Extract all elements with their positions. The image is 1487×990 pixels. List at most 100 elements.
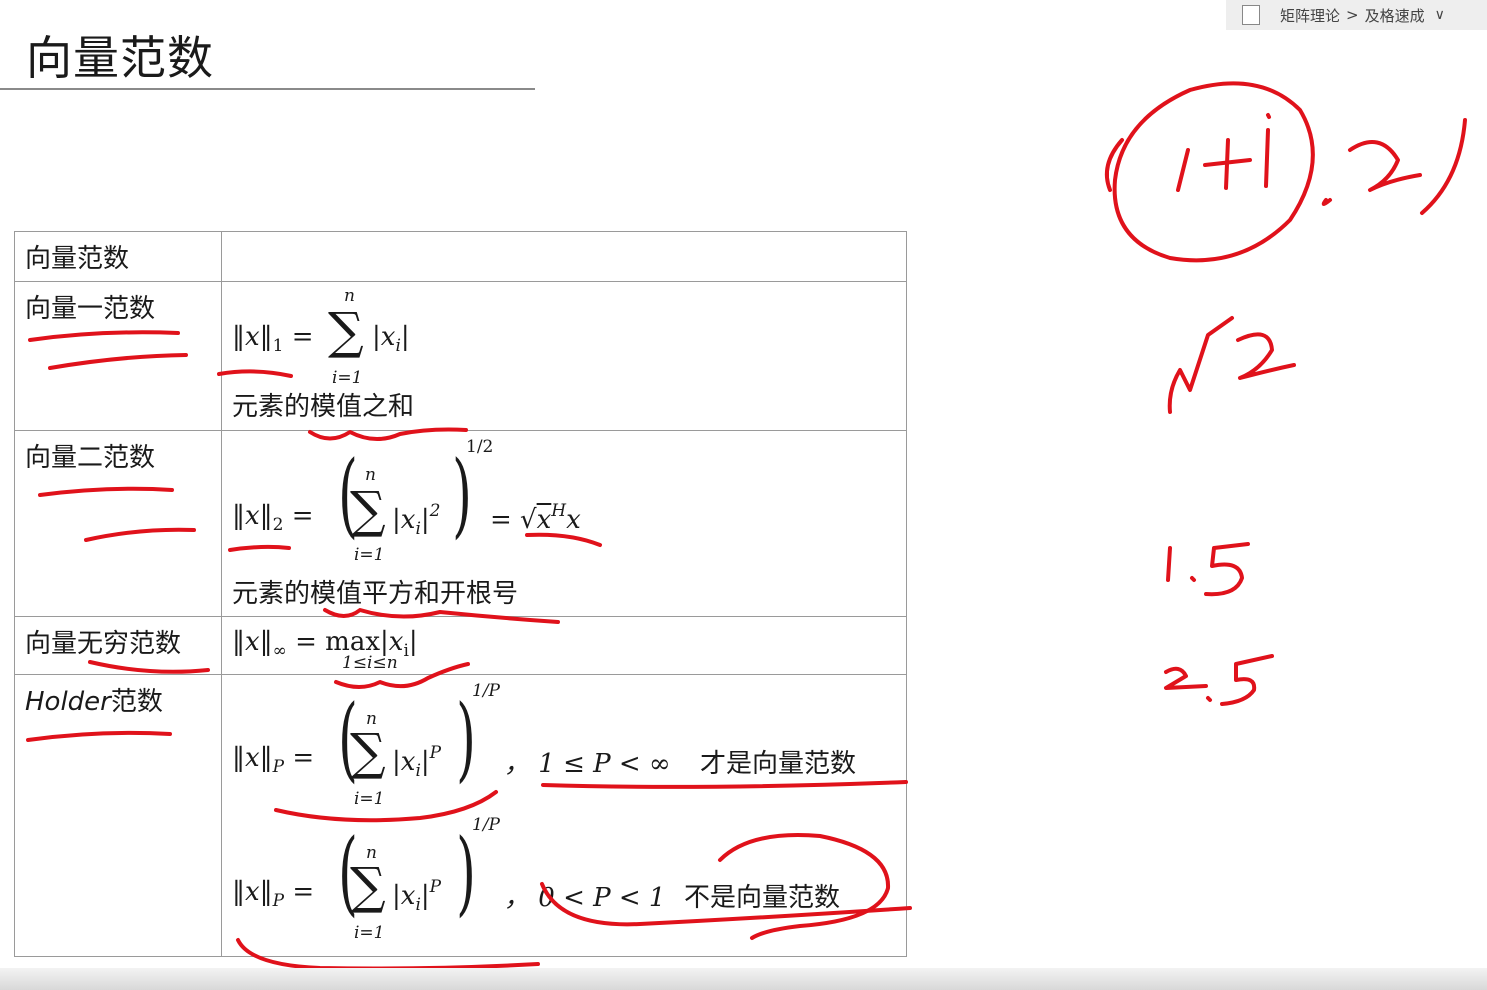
table-row: 向量无穷范数 ‖x‖∞ = max|xi| 1≤i≤n	[14, 616, 907, 675]
header-name: 向量范数	[25, 244, 130, 274]
equals-sign: =	[292, 877, 315, 907]
term-superscript: 2	[429, 501, 441, 521]
one-norm-formula: ‖x‖1 =	[232, 322, 314, 356]
term-superscript: P	[429, 877, 442, 897]
norm-subscript: 2	[272, 515, 284, 535]
norm-lhs: ‖x‖	[232, 501, 273, 531]
row-name: 向量无穷范数	[25, 629, 182, 659]
outer-exponent: 1/2	[466, 437, 494, 457]
norm-lhs: ‖x‖	[232, 627, 273, 657]
norm-table: 向量范数 向量一范数 ‖x‖1 = n ∑ i=1 |xi| 元素的模值之和 向…	[14, 231, 907, 957]
row-name-cell: Holder范数	[14, 674, 222, 957]
right-paren: )	[456, 819, 476, 926]
handwriting-stroke	[1220, 654, 1274, 706]
term-end: |	[408, 627, 418, 657]
handwriting-stroke	[1164, 666, 1208, 690]
term-body: |x	[392, 505, 416, 535]
handwriting-stroke	[1348, 140, 1422, 192]
row-name-cell: 向量一范数	[14, 281, 222, 431]
handwriting-stroke	[1420, 118, 1467, 215]
sum-lower-limit: i=1	[354, 923, 385, 943]
p-norm-formula-lhs: ‖x‖P =	[232, 743, 314, 777]
breadcrumb-root[interactable]: 矩阵理论	[1280, 5, 1340, 26]
handwriting-stroke	[1176, 148, 1190, 192]
norm-subscript: 1	[272, 336, 284, 356]
right-paren: )	[452, 441, 472, 548]
handwriting-stroke	[1166, 546, 1172, 582]
handwriting-stroke	[1105, 138, 1124, 192]
sum-symbol: ∑	[328, 302, 364, 360]
sum-lower-limit: i=1	[332, 368, 363, 388]
table-row: Holder范数 ‖x‖P = ( n ∑ i=1 |xi|P ) 1/P ， …	[14, 674, 907, 957]
term-end: |	[400, 322, 410, 352]
sum-term: |xi|2	[392, 501, 440, 539]
breadcrumb[interactable]: 矩阵理论 > 及格速成 ∨	[1226, 0, 1487, 30]
norm-lhs: ‖x‖	[232, 743, 273, 773]
sum-lower-limit: i=1	[354, 789, 385, 809]
sum-symbol: ∑	[350, 857, 386, 915]
handwriting-stroke	[1236, 332, 1296, 380]
row-name-cell: 向量无穷范数	[14, 616, 222, 675]
handwriting-stroke	[1321, 198, 1332, 206]
formula-cell: ‖x‖2 = ( n ∑ i=1 |xi|2 ) 1/2 = √xHx 元素的模…	[221, 430, 907, 617]
row-caption: 元素的模值平方和开根号	[232, 579, 519, 609]
formula-cell: ‖x‖P = ( n ∑ i=1 |xi|P ) 1/P ， 1 ≤ P < ∞…	[221, 674, 907, 957]
sum-symbol: ∑	[350, 481, 386, 539]
handwriting-stroke	[1112, 81, 1315, 263]
hermitian-superscript: H	[551, 501, 567, 521]
equals-sign: =	[295, 627, 317, 657]
equals-sign: =	[292, 743, 315, 773]
right-paren: )	[456, 685, 476, 792]
norm-subscript: P	[272, 891, 285, 911]
formula-cell: ‖x‖1 = n ∑ i=1 |xi| 元素的模值之和	[221, 281, 907, 431]
term-body: |x	[392, 747, 416, 777]
sum-symbol: ∑	[350, 723, 386, 781]
handwriting-stroke	[1264, 113, 1271, 188]
norm-subscript: ∞	[272, 641, 287, 661]
chevron-down-icon[interactable]: ∨	[1435, 7, 1445, 23]
term-body: |x	[372, 322, 396, 352]
title-divider	[0, 88, 535, 90]
row-name: 向量二范数	[25, 443, 156, 473]
handwriting-stroke	[1203, 138, 1252, 190]
sqrt-expression: = √xHx	[490, 501, 581, 535]
sqrt-x: x	[536, 505, 552, 535]
norm-lhs: ‖x‖	[232, 322, 273, 352]
row-name: 范数	[110, 687, 163, 717]
sqrt-sign: = √	[490, 505, 537, 535]
handwriting-stroke	[1190, 576, 1196, 582]
document-icon	[1242, 5, 1260, 25]
term-end: |	[420, 747, 430, 777]
condition-invalid: ， 0 < P < 1	[504, 883, 666, 913]
handwriting-stroke	[1204, 542, 1250, 597]
table-row: 向量一范数 ‖x‖1 = n ∑ i=1 |xi| 元素的模值之和	[14, 281, 907, 431]
sum-term: |xi|P	[392, 877, 441, 915]
term-body: |x	[392, 881, 416, 911]
handwriting-stroke	[1206, 696, 1212, 702]
term-end: |	[420, 881, 430, 911]
bottom-scroll-bar[interactable]	[0, 968, 1487, 990]
sum-term: |xi|P	[392, 743, 441, 781]
header-name-cell: 向量范数	[14, 231, 222, 282]
outer-exponent: 1/P	[472, 815, 500, 835]
page-title: 向量范数	[26, 31, 214, 85]
term-end: |	[420, 505, 430, 535]
row-caption: 元素的模值之和	[232, 392, 415, 422]
breadcrumb-current[interactable]: 及格速成	[1365, 5, 1425, 26]
condition-valid: ， 1 ≤ P < ∞	[504, 749, 671, 779]
sum-term: |xi|	[372, 322, 410, 356]
row-name-cell: 向量二范数	[14, 430, 222, 617]
equals-sign: =	[291, 501, 314, 531]
handwriting-stroke	[1167, 316, 1234, 414]
table-header-row: 向量范数	[14, 231, 907, 282]
norm-subscript: P	[272, 757, 285, 777]
max-lower-limit: 1≤i≤n	[342, 653, 398, 673]
note-invalid: 不是向量范数	[684, 883, 841, 913]
row-name: 向量一范数	[25, 294, 156, 324]
table-row: 向量二范数 ‖x‖2 = ( n ∑ i=1 |xi|2 ) 1/2 = √xH…	[14, 430, 907, 617]
p-norm-formula-lhs-2: ‖x‖P =	[232, 877, 314, 911]
sqrt-x2: x	[566, 505, 581, 535]
row-name-latin: Holder	[25, 687, 111, 717]
outer-exponent: 1/P	[472, 681, 500, 701]
term-superscript: P	[429, 743, 442, 763]
